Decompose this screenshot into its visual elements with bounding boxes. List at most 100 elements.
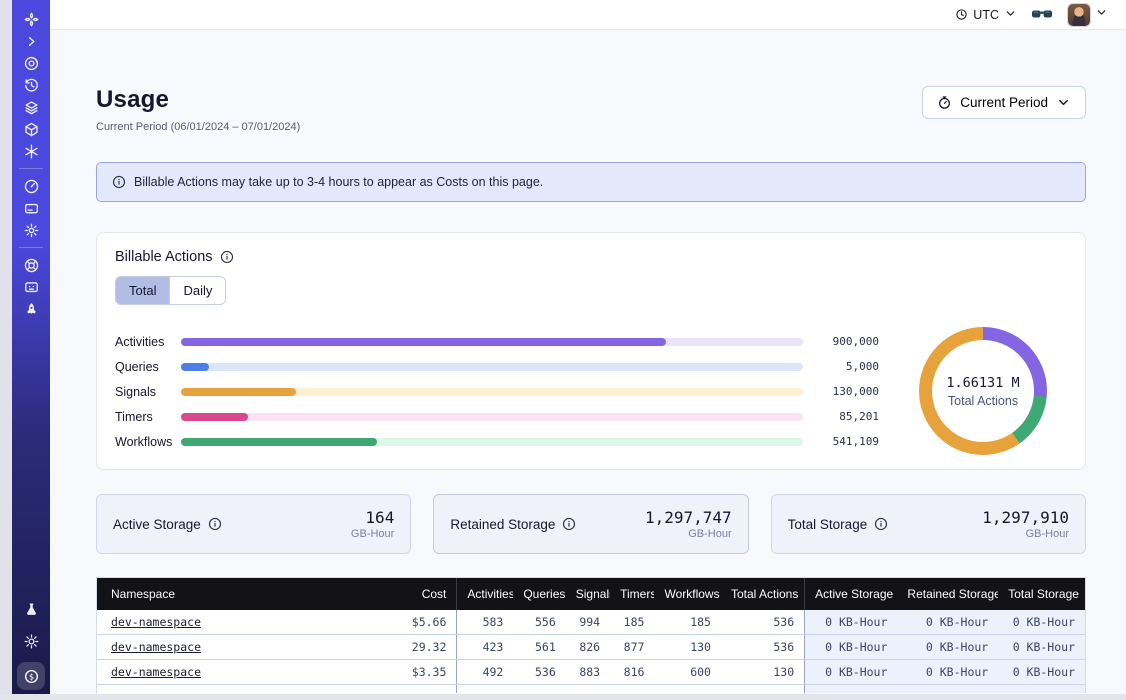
table-row-partial — [97, 685, 1085, 693]
bar-row-activities: Activities 900,000 — [115, 329, 879, 354]
usage-coin-active-item[interactable]: $ — [17, 662, 45, 690]
bar-row-workflows: Workflows 541,109 — [115, 429, 879, 454]
cell-active-storage: 0 KB-Hour — [805, 660, 898, 685]
table-row: dev-namespace $5.66 583 556 994 185 185 … — [97, 610, 1085, 635]
collapse-chevron-icon[interactable] — [18, 30, 44, 52]
theme-sun-icon[interactable] — [18, 630, 44, 652]
namespace-link[interactable]: dev-namespace — [111, 615, 201, 629]
cell-queries: 556 — [513, 610, 565, 635]
bar-row-timers: Timers 85,201 — [115, 404, 879, 429]
cell-timers: 877 — [610, 635, 654, 660]
billing-card-icon[interactable] — [18, 197, 44, 219]
retained-storage-label: Retained Storage — [450, 517, 555, 532]
main-content: Usage Current Period (06/01/2024 – 07/01… — [50, 30, 1126, 700]
bar-value: 5,000 — [817, 360, 879, 373]
cell-active-storage: 0 KB-Hour — [805, 610, 898, 635]
namespace-usage-table: Namespace Cost Activities Queries Signal… — [96, 577, 1086, 693]
cube-icon[interactable] — [18, 118, 44, 140]
namespace-link[interactable]: dev-namespace — [111, 640, 201, 654]
cell-queries: 536 — [513, 660, 565, 685]
cell-retained-storage: 0 KB-Hour — [897, 635, 998, 660]
bar-label: Queries — [115, 360, 173, 374]
info-icon[interactable] — [874, 517, 888, 531]
col-cost: Cost — [361, 578, 457, 610]
bar-fill — [181, 363, 209, 371]
layers-icon[interactable] — [18, 96, 44, 118]
col-namespace: Namespace — [97, 578, 361, 610]
cell-total-storage: 0 KB-Hour — [998, 660, 1085, 685]
total-storage-card: Total Storage 1,297,910 GB-Hour — [771, 494, 1086, 554]
billable-actions-title: Billable Actions — [115, 249, 213, 265]
bar-value: 900,000 — [817, 335, 879, 348]
bar-row-signals: Signals 130,000 — [115, 379, 879, 404]
bar-fill — [181, 338, 666, 346]
chevron-down-icon — [1056, 95, 1071, 110]
account-menu[interactable] — [1067, 3, 1108, 27]
bar-track — [181, 363, 803, 371]
cell-timers: 185 — [610, 610, 654, 635]
donut-total-value: 1.66131 M — [946, 375, 1019, 391]
clock-icon — [955, 8, 968, 21]
cell-total-storage: 0 KB-Hour — [998, 635, 1085, 660]
timezone-label: UTC — [973, 8, 999, 22]
active-storage-value: 164 — [351, 508, 394, 527]
feedback-monitor-icon[interactable] — [18, 276, 44, 298]
info-icon[interactable] — [220, 250, 234, 264]
retained-storage-unit: GB-Hour — [645, 528, 732, 540]
cell-signals: 994 — [566, 610, 610, 635]
cell-workflows: 600 — [654, 660, 721, 685]
sidebar: $ — [12, 0, 50, 700]
cell-signals: 883 — [566, 660, 610, 685]
cell-total-actions: 536 — [721, 635, 805, 660]
total-storage-label: Total Storage — [788, 517, 868, 532]
col-queries: Queries — [513, 578, 565, 610]
info-icon[interactable] — [562, 517, 576, 531]
chevron-down-icon — [1095, 6, 1108, 24]
bottom-scroll-strip[interactable] — [0, 694, 1126, 700]
tab-total[interactable]: Total — [116, 277, 169, 304]
namespace-link[interactable]: dev-namespace — [111, 665, 201, 679]
asterisk-icon[interactable] — [18, 140, 44, 162]
col-timers: Timers — [610, 578, 654, 610]
avatar — [1067, 3, 1091, 27]
svg-text:$: $ — [28, 672, 33, 681]
support-lifebuoy-icon[interactable] — [18, 254, 44, 276]
tab-daily[interactable]: Daily — [169, 277, 225, 304]
sidebar-divider — [19, 168, 43, 169]
donut-caption: Total Actions — [948, 394, 1018, 408]
current-period-dropdown[interactable]: Current Period — [922, 86, 1086, 119]
rocket-icon[interactable] — [18, 298, 44, 320]
retained-storage-card: Retained Storage 1,297,747 GB-Hour — [433, 494, 748, 554]
usage-gauge-icon[interactable] — [18, 175, 44, 197]
cell-queries: 561 — [513, 635, 565, 660]
labs-flask-icon[interactable] — [18, 598, 44, 620]
cell-active-storage: 0 KB-Hour — [805, 635, 898, 660]
total-actions-donut: 1.66131 M Total Actions — [899, 327, 1067, 455]
bar-label: Signals — [115, 385, 173, 399]
table-header-row: Namespace Cost Activities Queries Signal… — [97, 578, 1085, 610]
cell-signals: 826 — [566, 635, 610, 660]
settings-gear-icon[interactable] — [18, 219, 44, 241]
bar-label: Timers — [115, 410, 173, 424]
temporal-logo-icon[interactable] — [18, 8, 44, 30]
info-icon[interactable] — [208, 517, 222, 531]
bar-value: 130,000 — [817, 385, 879, 398]
info-icon — [112, 175, 126, 189]
glasses-icon[interactable] — [1031, 7, 1053, 22]
bar-row-queries: Queries 5,000 — [115, 354, 879, 379]
bar-track — [181, 338, 803, 346]
banner-text: Billable Actions may take up to 3-4 hour… — [134, 175, 543, 189]
col-retained-storage: Retained Storage — [897, 578, 998, 610]
bar-label: Activities — [115, 335, 173, 349]
timezone-selector[interactable]: UTC — [955, 7, 1017, 23]
namespaces-icon[interactable] — [18, 52, 44, 74]
bar-track — [181, 413, 803, 421]
window-gutter — [0, 0, 12, 700]
cell-total-storage: 0 KB-Hour — [998, 610, 1085, 635]
total-storage-value: 1,297,910 — [982, 508, 1069, 527]
stopwatch-icon — [937, 95, 952, 110]
active-storage-unit: GB-Hour — [351, 528, 394, 540]
cell-activities: 583 — [457, 610, 513, 635]
history-icon[interactable] — [18, 74, 44, 96]
chevron-down-icon — [1004, 7, 1017, 23]
